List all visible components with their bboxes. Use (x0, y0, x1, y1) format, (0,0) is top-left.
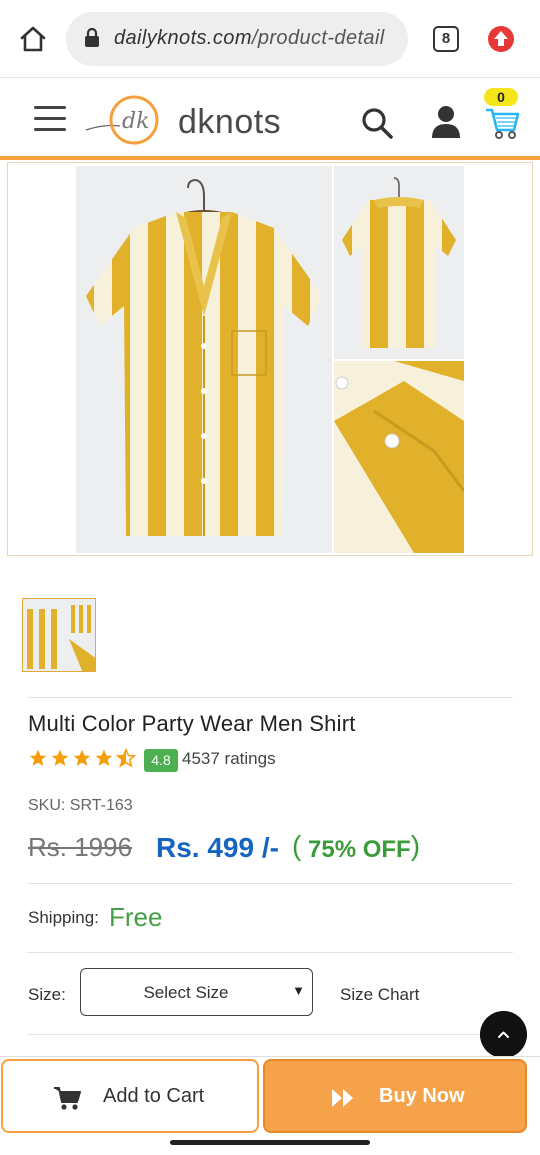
sku-text: SKU: SRT-163 (28, 797, 133, 814)
lock-icon (85, 28, 99, 47)
page: dailyknots.com/product-detail 8 dk dknot… (0, 0, 540, 1155)
product-title: Multi Color Party Wear Men Shirt (28, 711, 356, 736)
search-icon[interactable] (360, 106, 394, 140)
size-chart-link[interactable]: Size Chart (340, 985, 419, 1005)
sale-price: Rs. 499 /- (156, 832, 279, 863)
original-price: Rs. 1996 (28, 832, 133, 862)
fast-forward-icon (332, 1089, 353, 1107)
url-path: /product-detail (251, 27, 385, 49)
divider (27, 697, 513, 698)
star-icon (51, 749, 69, 766)
star-icon (95, 749, 113, 766)
divider (27, 883, 513, 884)
tab-switcher-button[interactable]: 8 (433, 26, 459, 52)
size-select-value: Select Size (143, 983, 229, 1002)
rating-badge: 4.8 (144, 749, 178, 772)
url-domain: dailyknots.com (114, 27, 252, 49)
star-icon (73, 749, 91, 766)
chevron-down-icon: ▼ (292, 983, 305, 998)
product-back-image[interactable] (334, 166, 464, 359)
size-select[interactable]: Select Size ▼ (80, 968, 313, 1016)
add-to-cart-label: Add to Cart (103, 1085, 205, 1107)
logo-text: dknots (178, 103, 282, 141)
rating-stars (28, 748, 136, 770)
buy-now-button[interactable]: Buy Now (263, 1059, 527, 1133)
product-main-image[interactable] (76, 166, 332, 553)
url-text: dailyknots.com/product-detail (114, 27, 385, 50)
half-star-icon (116, 748, 136, 768)
product-detail-image[interactable] (334, 361, 464, 553)
site-header: dk dknots 0 (0, 80, 540, 160)
bottom-action-bar: Add to Cart Buy Now (0, 1056, 540, 1134)
divider (27, 952, 513, 953)
ratings-count: 4537 ratings (182, 749, 276, 768)
shirt-back-image (342, 177, 456, 348)
site-logo[interactable]: dk dknots (84, 94, 284, 148)
shipping-label: Shipping: (28, 908, 99, 927)
size-label: Size: (28, 985, 66, 1004)
scroll-to-top-button[interactable] (480, 1011, 527, 1058)
home-icon[interactable] (18, 24, 48, 54)
shirt-front-image (86, 178, 322, 536)
cart-icon[interactable] (484, 102, 520, 140)
hamburger-menu-icon[interactable] (34, 106, 66, 134)
logo-mark: dk (85, 95, 159, 145)
discount-badge: ( 75% OFF) (292, 830, 421, 863)
upload-arrow-icon[interactable] (487, 25, 515, 53)
thumbnail-image (23, 599, 95, 671)
add-to-cart-button[interactable]: Add to Cart (1, 1059, 259, 1133)
address-bar[interactable]: dailyknots.com/product-detail (66, 12, 408, 66)
star-icon (29, 749, 47, 766)
browser-toolbar: dailyknots.com/product-detail 8 (0, 0, 540, 78)
buy-now-label: Buy Now (379, 1085, 465, 1107)
cart-icon (54, 1087, 81, 1110)
shipping-value: Free (109, 902, 163, 932)
user-icon[interactable] (430, 104, 462, 140)
shirt-closeup-image (334, 361, 464, 553)
home-indicator (170, 1140, 370, 1145)
product-thumbnail[interactable] (22, 598, 96, 672)
divider (27, 1034, 513, 1035)
product-image-gallery (7, 162, 533, 556)
svg-text:dk: dk (122, 109, 149, 134)
discount-text: 75% OFF (308, 836, 411, 863)
